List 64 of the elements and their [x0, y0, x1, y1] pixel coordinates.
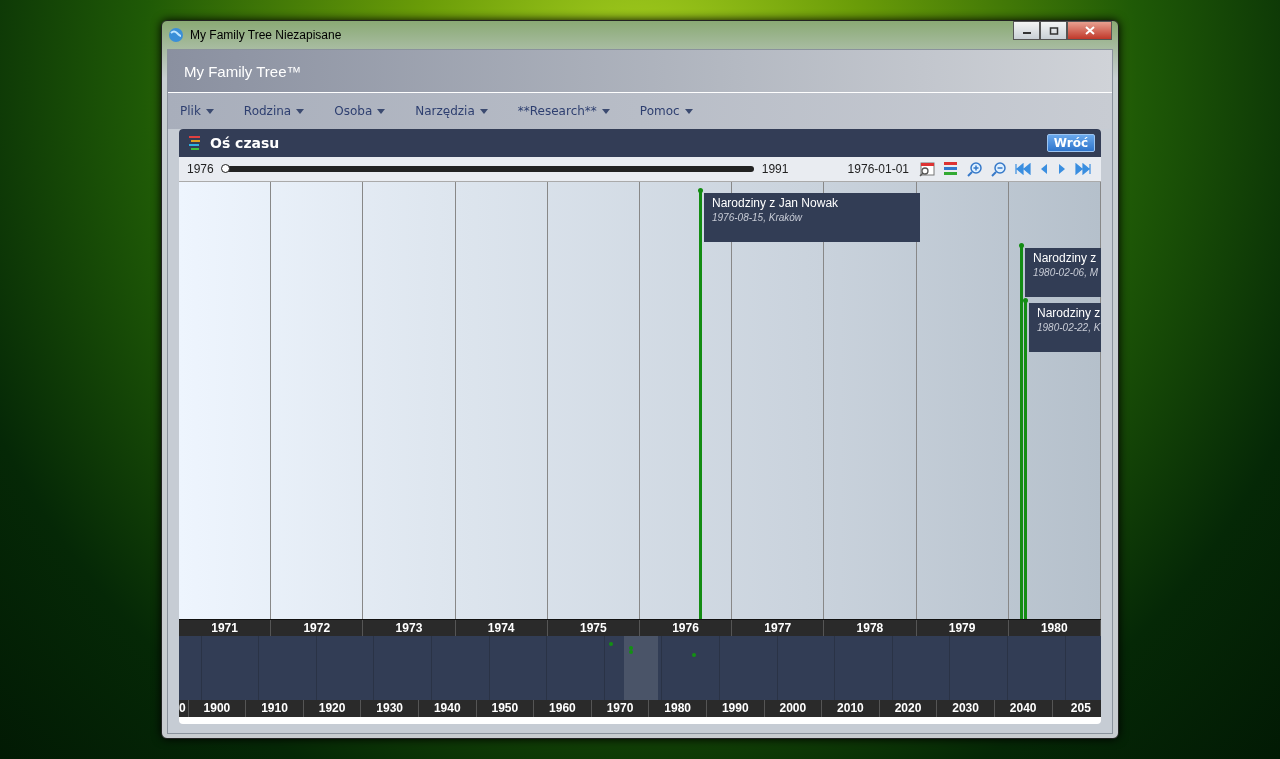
- decade-label: 2030: [937, 700, 995, 717]
- back-button[interactable]: Wróć: [1046, 134, 1095, 152]
- menu-item[interactable]: Rodzina: [239, 102, 309, 120]
- menu-item[interactable]: Osoba: [330, 102, 390, 120]
- slider-thumb[interactable]: [220, 164, 230, 173]
- app-title: My Family Tree™: [184, 62, 302, 80]
- zoom-in-icon[interactable]: [967, 161, 983, 177]
- maximize-button[interactable]: [1040, 21, 1067, 40]
- decade-label: 1960: [534, 700, 592, 717]
- calendar-search-icon[interactable]: [919, 161, 935, 177]
- decade-label: 1980: [649, 700, 707, 717]
- decade-label: 1910: [246, 700, 304, 717]
- menu-item[interactable]: Pomoc: [635, 102, 697, 120]
- caret-icon: [296, 108, 305, 114]
- event-dot: [692, 653, 696, 657]
- event-detail: 1980-02-06, M: [1033, 267, 1099, 278]
- last-icon[interactable]: [1075, 163, 1091, 175]
- decade-label: 1970: [591, 700, 650, 717]
- decade-label: 1940: [418, 700, 477, 717]
- event-dot: [609, 642, 613, 646]
- event-detail: 1980-02-22, K: [1037, 322, 1101, 333]
- caret-icon: [601, 108, 610, 114]
- event-title: Narodziny z: [1033, 251, 1097, 265]
- close-icon: [1084, 26, 1095, 35]
- range-slider[interactable]: [221, 166, 754, 172]
- previous-icon[interactable]: [1039, 163, 1049, 175]
- minimize-button[interactable]: [1013, 21, 1040, 40]
- panel-title: Oś czasu: [210, 135, 280, 151]
- decade-label: 1950: [476, 700, 535, 717]
- next-icon[interactable]: [1057, 163, 1067, 175]
- decade-label: 2020: [879, 700, 938, 717]
- event-card[interactable]: Narodziny z 1980-02-22, K: [1029, 303, 1101, 352]
- decade-label: 1900: [188, 700, 247, 717]
- menu-item[interactable]: Narzędzia: [411, 102, 492, 120]
- menu-item[interactable]: Plik: [176, 102, 218, 120]
- caret-icon: [205, 108, 214, 114]
- decade-label: 2040: [994, 700, 1053, 717]
- event-card[interactable]: Narodziny z Jan Nowak 1976-08-15, Kraków: [704, 193, 920, 242]
- zoom-out-icon[interactable]: [991, 161, 1007, 177]
- decade-label: 1920: [303, 700, 362, 717]
- decade-label: 2000: [764, 700, 823, 717]
- close-button[interactable]: [1067, 21, 1112, 40]
- colored-list-icon[interactable]: [943, 161, 959, 177]
- window-title: My Family Tree Niezapisane: [190, 28, 342, 42]
- caret-icon: [377, 108, 386, 114]
- caret-icon: [479, 108, 488, 114]
- range-start: 1976: [187, 162, 214, 176]
- decade-label: 2010: [822, 700, 880, 717]
- current-date: 1976-01-01: [847, 162, 909, 176]
- decade-label: 1990: [706, 700, 765, 717]
- maximize-icon: [1048, 26, 1059, 35]
- globe-icon: [168, 27, 184, 43]
- range-end: 1991: [761, 162, 789, 176]
- decade-label: 1930: [361, 700, 419, 717]
- event-detail: 1976-08-15, Kraków: [712, 212, 803, 223]
- event-card[interactable]: Narodziny z 1980-02-06, M: [1025, 248, 1101, 297]
- caret-icon: [684, 108, 693, 114]
- decade-label: 0: [179, 700, 189, 717]
- timeline-icon: [189, 136, 201, 150]
- event-title: Narodziny z: [1037, 306, 1101, 320]
- menu-item[interactable]: **Research**: [513, 102, 614, 120]
- first-icon[interactable]: [1015, 163, 1031, 175]
- event-title: Narodziny z Jan Nowak: [712, 196, 839, 210]
- decade-label: 205: [1052, 700, 1101, 717]
